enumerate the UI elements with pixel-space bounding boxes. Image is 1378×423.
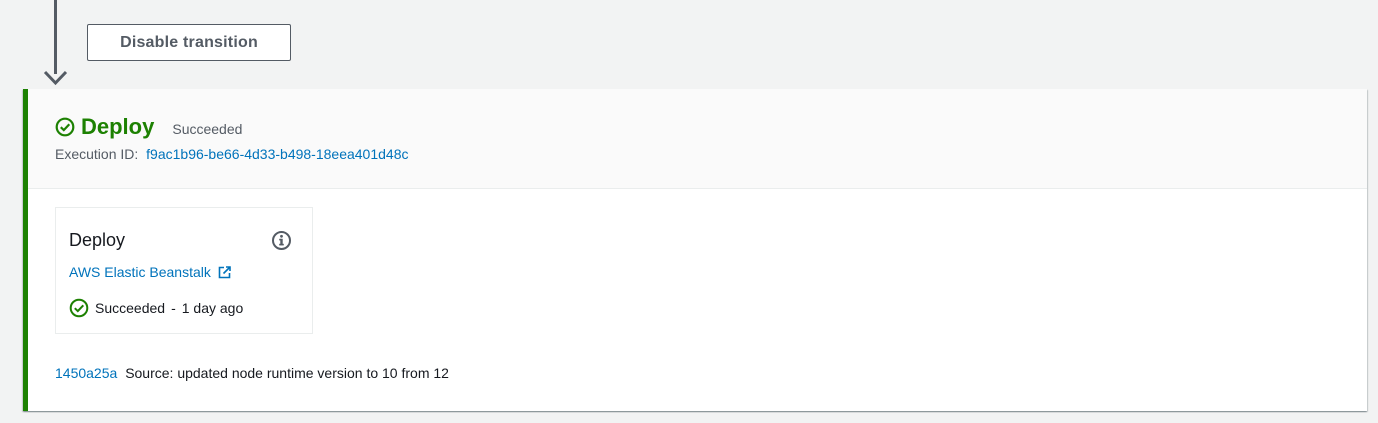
execution-id-label: Execution ID:: [55, 146, 139, 162]
provider-link[interactable]: AWS Elastic Beanstalk: [69, 264, 231, 280]
commit-id-link[interactable]: 1450a25a: [55, 365, 117, 381]
commit-row: 1450a25a Source: updated node runtime ve…: [55, 365, 449, 381]
action-title: Deploy: [69, 230, 126, 250]
provider-link-label[interactable]: AWS Elastic Beanstalk: [69, 264, 211, 280]
stage-header: Deploy Succeeded Execution ID: f9ac1b96-…: [28, 89, 1367, 189]
action-time-ago: 1 day ago: [181, 300, 244, 316]
action-card: Deploy AWS Elastic Beanstalk Succeeded -…: [55, 207, 313, 334]
external-link-icon[interactable]: [218, 265, 231, 279]
disable-transition-button[interactable]: Disable transition: [87, 24, 291, 61]
check-circle-icon: [55, 117, 75, 137]
execution-id-row: Execution ID: f9ac1b96-be66-4d33-b498-18…: [55, 146, 409, 162]
check-circle-icon: [69, 298, 89, 318]
status-separator: -: [171, 300, 176, 316]
stage-title: Deploy: [81, 114, 155, 139]
info-icon[interactable]: [271, 230, 292, 251]
action-status: Succeeded: [95, 300, 166, 316]
arrow-down-icon: [43, 70, 68, 86]
stage-panel: Deploy Succeeded Execution ID: f9ac1b96-…: [23, 89, 1367, 411]
execution-id-link[interactable]: f9ac1b96-be66-4d33-b498-18eea401d48c: [146, 146, 408, 162]
transition-arrow-line: [54, 0, 57, 74]
stage-status: Succeeded: [172, 120, 243, 137]
stage-title-row: Deploy Succeeded: [55, 114, 242, 140]
action-status-row: Succeeded - 1 day ago: [69, 298, 243, 318]
commit-message: Source: updated node runtime version to …: [125, 365, 449, 381]
